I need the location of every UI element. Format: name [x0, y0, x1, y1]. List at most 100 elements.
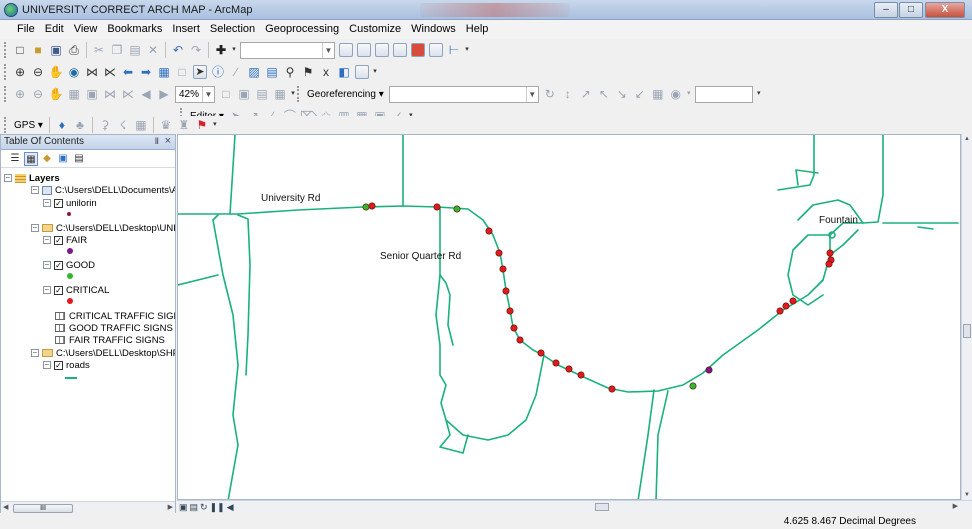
menu-help[interactable]: Help — [461, 20, 494, 39]
table-good-traffic-signs[interactable]: GOOD TRAFFIC SIGNS — [55, 322, 173, 334]
collapse-icon[interactable]: – — [4, 174, 12, 182]
model-builder-icon[interactable]: ⊢ — [446, 42, 462, 58]
toc-options-icon[interactable]: ▤ — [72, 152, 86, 166]
list-by-visibility-icon[interactable]: ◆ — [40, 152, 54, 166]
critical-traffic-sign-point[interactable] — [552, 359, 560, 367]
menu-selection[interactable]: Selection — [205, 20, 260, 39]
select-elements-icon[interactable]: ➤ — [193, 65, 207, 79]
fixed-zoom-out-page-icon[interactable]: ⋉ — [120, 86, 136, 102]
critical-traffic-sign-point[interactable] — [825, 260, 833, 268]
menu-view[interactable]: View — [69, 20, 103, 39]
good-traffic-sign-point[interactable] — [689, 382, 697, 390]
zoom-level-combo[interactable]: 42% ▼ — [175, 85, 215, 103]
list-by-selection-icon[interactable]: ▣ — [56, 152, 70, 166]
group-desktop-univ[interactable]: – C:\Users\DELL\Desktop\UNIVEI — [31, 222, 175, 234]
critical-traffic-sign-point[interactable] — [506, 307, 514, 315]
toolbar-options-icon[interactable]: ▾ — [372, 64, 378, 80]
fixed-zoom-out-icon[interactable]: ⋉ — [102, 64, 118, 80]
menu-windows[interactable]: Windows — [406, 20, 461, 39]
layer-visibility-checkbox[interactable]: ✓ — [54, 260, 63, 270]
tool-icon[interactable]: ♜ — [176, 117, 192, 133]
critical-traffic-sign-point[interactable] — [510, 324, 518, 332]
shift-icon[interactable]: ↕ — [560, 86, 576, 102]
toolbar-grip[interactable] — [4, 64, 7, 80]
zoom-to-link-icon[interactable]: ↘ — [614, 86, 630, 102]
catalog-window-icon[interactable] — [375, 43, 389, 57]
fixed-zoom-in-page-icon[interactable]: ⋈ — [102, 86, 118, 102]
scroll-thumb[interactable] — [595, 503, 609, 511]
layer-visibility-checkbox[interactable]: ✓ — [54, 360, 63, 370]
critical-traffic-sign-point[interactable] — [499, 265, 507, 273]
critical-traffic-sign-point[interactable] — [516, 336, 524, 344]
cut-icon[interactable]: ✂ — [91, 42, 107, 58]
gps-menu[interactable]: GPS ▾ — [11, 120, 46, 131]
georeferencing-menu[interactable]: Georeferencing ▾ — [304, 89, 387, 100]
toolbar-grip[interactable] — [4, 42, 7, 58]
toolbar-options-icon[interactable]: ▾ — [464, 42, 470, 58]
focus-data-frame-icon[interactable]: ▣ — [236, 86, 252, 102]
layer-fair[interactable]: – ✓ FAIR — [43, 234, 87, 246]
map-scale-combo[interactable]: ▼ — [240, 41, 335, 59]
critical-traffic-sign-point[interactable] — [502, 287, 510, 295]
zoom-whole-page-icon[interactable]: ▦ — [66, 86, 82, 102]
select-features-icon[interactable]: ▦ — [156, 64, 172, 80]
layout-view-icon[interactable]: ▤ — [190, 502, 199, 513]
list-by-drawing-order-icon[interactable]: ☰ — [8, 152, 22, 166]
collapse-icon[interactable]: – — [43, 261, 51, 269]
new-document-icon[interactable]: □ — [12, 42, 28, 58]
toolbar-grip[interactable] — [297, 86, 300, 102]
scroll-up-icon[interactable]: ▲ — [964, 136, 970, 142]
close-icon[interactable]: × — [165, 135, 171, 147]
create-viewer-window-icon[interactable] — [355, 65, 369, 79]
data-driven-pages-icon[interactable]: ▦ — [272, 86, 288, 102]
critical-traffic-sign-point[interactable] — [776, 307, 784, 315]
pan-icon[interactable]: ✋ — [48, 64, 64, 80]
viewer-icon[interactable]: ◉ — [668, 86, 684, 102]
layers-root[interactable]: – Layers — [4, 172, 60, 184]
table-critical-traffic-signs[interactable]: CRITICAL TRAFFIC SIGNS — [55, 310, 175, 322]
map-display[interactable]: University Rd Senior Quarter Rd Fountain — [177, 134, 961, 500]
close-button[interactable]: X — [925, 2, 965, 18]
collapse-icon[interactable]: – — [43, 361, 51, 369]
zoom-in-icon[interactable]: ⊕ — [12, 64, 28, 80]
find-icon[interactable]: ⚲ — [282, 64, 298, 80]
forward-page-icon[interactable]: ▶ — [156, 86, 172, 102]
toolbar-grip[interactable] — [4, 117, 7, 133]
paste-icon[interactable]: ▤ — [127, 42, 143, 58]
print-icon[interactable]: ⎙ — [66, 42, 82, 58]
layer-visibility-checkbox[interactable]: ✓ — [54, 235, 63, 245]
toolbar-options-icon[interactable]: ▾ — [756, 86, 762, 102]
good-traffic-sign-point[interactable] — [453, 205, 461, 213]
undo-icon[interactable]: ↶ — [170, 42, 186, 58]
scroll-thumb[interactable] — [963, 324, 971, 338]
toolbar-options-icon[interactable]: ▾ — [212, 117, 218, 133]
time-slider-icon[interactable]: ◧ — [336, 64, 352, 80]
collapse-icon[interactable]: – — [43, 236, 51, 244]
tool-icon[interactable]: ♛ — [158, 117, 174, 133]
collapse-icon[interactable]: – — [43, 286, 51, 294]
rotate-icon[interactable]: ↻ — [542, 86, 558, 102]
identify-icon[interactable]: ⓘ — [210, 64, 226, 80]
add-data-dropdown-icon[interactable]: ▾ — [231, 42, 237, 58]
toggle-draft-icon[interactable]: □ — [218, 86, 234, 102]
scroll-left-icon[interactable]: ◀ — [3, 503, 8, 511]
add-data-icon[interactable]: ✚ — [213, 42, 229, 58]
html-popup-icon[interactable]: ▨ — [246, 64, 262, 80]
menu-edit[interactable]: Edit — [40, 20, 69, 39]
scroll-right-icon[interactable]: ▶ — [953, 502, 958, 510]
map-horizontal-scrollbar[interactable]: ▣ ▤ ↻ ❚❚ ◀ ▶ — [177, 500, 972, 513]
scroll-thumb[interactable]: III — [13, 504, 73, 513]
back-page-icon[interactable]: ◀ — [138, 86, 154, 102]
layer-good[interactable]: – ✓ GOOD — [43, 259, 95, 271]
critical-traffic-sign-point[interactable] — [495, 249, 503, 257]
group-documents[interactable]: – C:\Users\DELL\Documents\Arc — [31, 184, 175, 196]
collapse-icon[interactable]: – — [43, 199, 51, 207]
measure-icon[interactable]: ▤ — [264, 64, 280, 80]
save-icon[interactable]: ▣ — [48, 42, 64, 58]
list-by-source-icon[interactable]: ▦ — [24, 151, 38, 166]
add-control-points-icon[interactable]: ↗ — [578, 86, 594, 102]
critical-traffic-sign-point[interactable] — [485, 227, 493, 235]
layout-zoom-out-icon[interactable]: ⊖ — [30, 86, 46, 102]
fair-traffic-sign-point[interactable] — [705, 366, 713, 374]
menu-geoprocessing[interactable]: Geoprocessing — [260, 20, 344, 39]
